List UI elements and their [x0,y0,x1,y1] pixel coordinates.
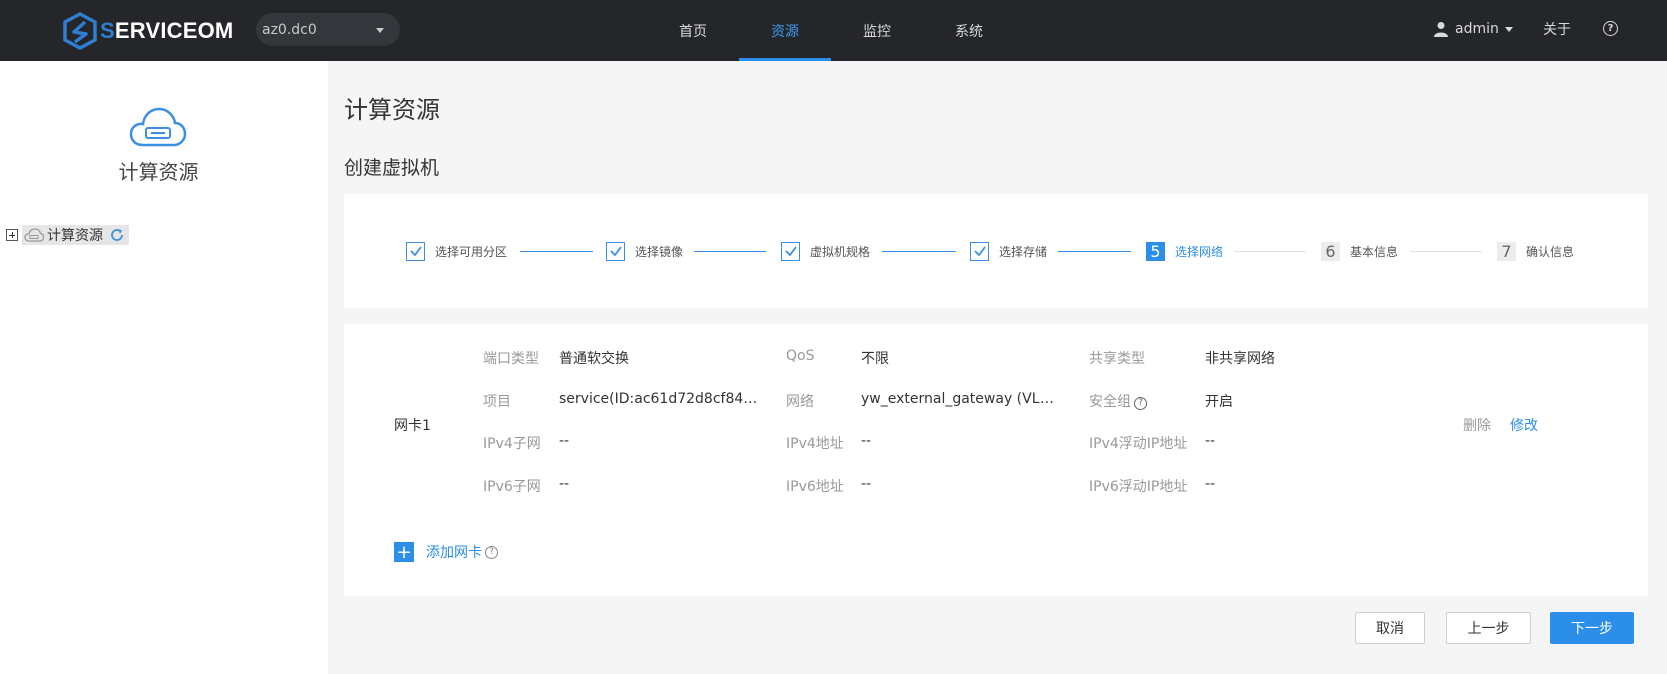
step-connector [1058,251,1131,252]
logo-text: SERVICEOM [100,18,234,43]
step-select-image: 选择镜像 [606,241,683,261]
step-select-network: 5 选择网络 [1146,241,1223,261]
sidebar-title: 计算资源 [118,160,199,184]
help-icon[interactable]: ? [1134,396,1147,410]
chevron-down-icon [1504,26,1513,32]
help-icon[interactable]: ? [485,545,498,559]
field-value: yw_external_gateway (VLAN I... [861,391,1061,407]
nav-resources[interactable]: 资源 [739,0,831,61]
field-value: -- [861,433,872,449]
az-select-dropdown[interactable]: az0.dc0 [256,13,400,46]
logo-icon [63,12,97,50]
step-connector [694,251,766,252]
user-name: admin [1455,21,1499,37]
check-icon [606,241,625,261]
nav-monitor[interactable]: 监控 [831,0,923,61]
nav-system[interactable]: 系统 [923,0,1015,61]
field-value: -- [559,433,570,449]
step-connector [1410,251,1482,252]
refresh-icon[interactable] [109,227,125,243]
field-value: -- [1205,433,1216,449]
check-icon [406,241,425,261]
previous-step-button[interactable]: 上一步 [1446,612,1531,644]
field-label: IPv4浮动IP地址 [1089,436,1188,452]
step-number: 6 [1321,241,1340,261]
field-label: IPv6地址 [786,479,844,495]
field-value: 普通软交换 [559,351,629,367]
serviceom-logo[interactable]: SERVICEOM [62,12,233,50]
user-menu[interactable]: admin [1434,19,1513,39]
field-label: IPv6浮动IP地址 [1089,479,1188,495]
tree-node-label: 计算资源 [47,228,103,244]
expand-icon[interactable] [6,229,18,241]
nic-name: 网卡1 [394,418,431,434]
step-connector [520,251,593,252]
field-value: 开启 [1205,394,1233,410]
field-value: -- [861,476,872,492]
field-label: QoS [786,348,815,364]
cloud-icon [24,228,44,242]
step-vm-spec: 虚拟机规格 [781,241,870,261]
chevron-down-icon [376,28,384,33]
nav-home[interactable]: 首页 [647,0,739,61]
step-number: 7 [1497,241,1516,261]
field-value: service(ID:ac61d72d8cf84cc3... [559,391,761,407]
field-label: IPv6子网 [483,479,541,495]
az-select-value: az0.dc0 [262,21,317,38]
step-select-az: 选择可用分区 [406,241,507,261]
tree-node-compute[interactable]: 计算资源 [22,225,129,245]
sub-title: 创建虚拟机 [344,157,440,179]
about-link[interactable]: 关于 [1543,19,1571,39]
field-value: 不限 [861,351,889,367]
sidebar: 计算资源 计算资源 [0,61,328,674]
delete-nic-link[interactable]: 删除 [1463,415,1491,435]
cloud-icon [129,107,187,147]
wizard-steps: 选择可用分区 选择镜像 虚拟机规格 选择存储 5 选择网络 6 基本信息 7 确… [344,194,1648,308]
top-bar: SERVICEOM az0.dc0 首页 资源 监控 系统 admin 关于 ? [0,0,1667,61]
main-nav: 首页 资源 监控 系统 [647,0,1015,61]
help-icon[interactable]: ? [1603,21,1618,36]
edit-nic-link[interactable]: 修改 [1510,415,1538,435]
resource-tree: 计算资源 [6,225,129,245]
next-step-button[interactable]: 下一步 [1550,612,1634,644]
cancel-button[interactable]: 取消 [1355,612,1425,644]
step-connector [1234,251,1306,252]
step-number: 5 [1146,241,1165,261]
field-label: 端口类型 [483,351,539,367]
field-label: 项目 [483,394,511,410]
step-confirm-info: 7 确认信息 [1497,241,1574,261]
field-value: -- [559,476,570,492]
plus-icon: + [394,542,414,563]
field-label: 网络 [786,394,814,410]
step-basic-info: 6 基本信息 [1321,241,1398,261]
field-label: IPv4子网 [483,436,541,452]
field-label: 安全组? [1089,391,1147,411]
field-label: IPv4地址 [786,436,844,452]
field-label: 共享类型 [1089,351,1145,367]
add-nic-button[interactable]: + 添加网卡 ? [394,542,498,563]
add-nic-label: 添加网卡 [426,545,482,561]
page-title: 计算资源 [344,96,440,124]
check-icon [970,241,989,261]
check-icon [781,241,800,261]
user-icon [1434,22,1448,37]
field-value: -- [1205,476,1216,492]
step-select-storage: 选择存储 [970,241,1047,261]
nic-card: 网卡1 端口类型 普通软交换 QoS 不限 共享类型 非共享网络 项目 serv… [344,324,1648,596]
step-connector [882,251,956,252]
field-value: 非共享网络 [1205,351,1275,367]
